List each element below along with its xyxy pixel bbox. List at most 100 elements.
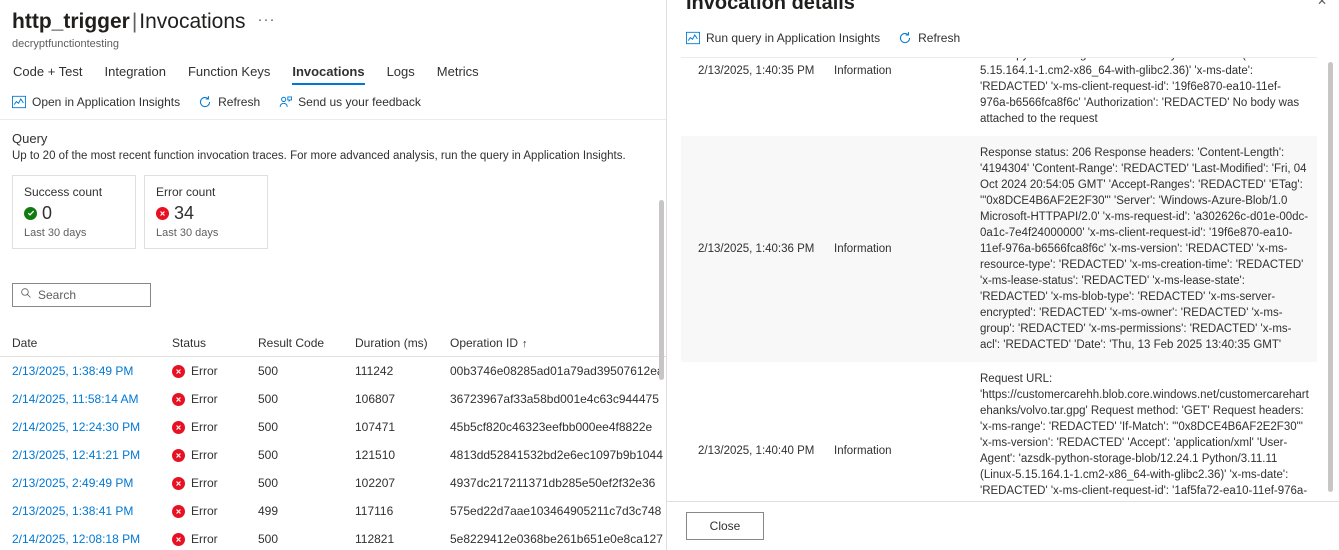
- sort-ascending-icon: ↑: [522, 337, 528, 350]
- tab-logs[interactable]: Logs: [387, 62, 415, 85]
- trace-timestamp: 2/13/2025, 1:40:35 PM: [698, 65, 815, 77]
- error-cross-icon: [172, 420, 185, 434]
- app-insights-icon: [12, 95, 26, 109]
- table-row[interactable]: 2/14/2025, 12:24:30 PM Error 500 107471 …: [0, 413, 667, 441]
- trace-severity: Information: [834, 65, 892, 77]
- column-header-duration[interactable]: Duration (ms): [355, 336, 450, 350]
- row-duration: 117116: [355, 504, 394, 518]
- row-duration: 107471: [355, 420, 396, 434]
- row-date-link[interactable]: 2/13/2025, 12:41:21 PM: [12, 448, 172, 462]
- invocation-details-pane: Invocation details ✕ Run query in Applic…: [667, 0, 1339, 550]
- pane-footer-divider: [667, 501, 1339, 502]
- row-result-code: 500: [258, 532, 279, 546]
- column-header-result-code[interactable]: Result Code: [258, 336, 355, 350]
- table-row[interactable]: 2/13/2025, 12:41:21 PM Error 500 121510 …: [0, 441, 667, 469]
- row-status-label: Error: [191, 476, 218, 490]
- blade-header: http_trigger|Invocations ··· decryptfunc…: [0, 0, 667, 109]
- refresh-button[interactable]: Refresh: [198, 95, 260, 109]
- row-status: Error: [172, 476, 258, 490]
- trace-timestamp: 2/13/2025, 1:40:40 PM: [698, 445, 815, 457]
- more-actions-button[interactable]: ···: [254, 12, 280, 27]
- error-cross-icon: [172, 476, 185, 490]
- pane-refresh-label: Refresh: [918, 31, 961, 45]
- row-status-label: Error: [191, 532, 218, 546]
- error-cross-icon: [172, 504, 185, 518]
- row-status-label: Error: [191, 392, 218, 406]
- row-status-label: Error: [191, 420, 218, 434]
- column-header-operation-id[interactable]: Operation ID ↑: [450, 336, 655, 350]
- feedback-person-icon: [278, 95, 293, 109]
- error-cross-icon: [172, 364, 185, 378]
- row-operation-id: 4813dd52841532bd2e6ec1097b9b1044: [450, 448, 663, 462]
- row-status: Error: [172, 364, 258, 378]
- table-row[interactable]: 2/13/2025, 2:49:49 PM Error 500 102207 4…: [0, 469, 667, 497]
- open-in-application-insights-button[interactable]: Open in Application Insights: [12, 95, 180, 109]
- table-row[interactable]: 2/13/2025, 1:38:49 PM Error 500 111242 0…: [0, 357, 667, 385]
- search-icon: [20, 286, 32, 304]
- run-query-label: Run query in Application Insights: [706, 31, 881, 45]
- row-status: Error: [172, 448, 258, 462]
- query-section: Query Up to 20 of the most recent functi…: [0, 131, 667, 307]
- row-result-code: 500: [258, 476, 279, 490]
- error-cross-icon: [156, 206, 169, 220]
- row-date-link[interactable]: 2/13/2025, 1:38:41 PM: [12, 504, 172, 518]
- pane-scrollbar-thumb[interactable]: [1328, 62, 1333, 492]
- row-operation-id: 00b3746e08285ad01a79ad39507612ea: [450, 364, 664, 378]
- row-status: Error: [172, 504, 258, 518]
- error-count-card: Error count 34 Last 30 days: [144, 175, 268, 249]
- row-operation-id: 36723967af33a58bd001e4c63c944475: [450, 392, 659, 406]
- table-header-row: Date Status Result Code Duration (ms) Op…: [0, 329, 667, 357]
- blade-command-bar: Open in Application Insights Refresh Sen…: [12, 95, 655, 109]
- row-status: Error: [172, 532, 258, 546]
- row-result-code: 500: [258, 448, 279, 462]
- invocation-trace-list: 2/13/2025, 1:40:35 PM Information 'REDAC…: [681, 58, 1317, 498]
- row-date-link[interactable]: 2/13/2025, 2:49:49 PM: [12, 476, 172, 490]
- tab-metrics[interactable]: Metrics: [437, 62, 479, 85]
- run-query-in-application-insights-button[interactable]: Run query in Application Insights: [686, 31, 880, 45]
- trace-message: 'REDACTED' 'If-Match': '"0x8DCE4B6AF2E2F…: [980, 58, 1300, 125]
- blade-scrollbar-thumb[interactable]: [659, 200, 664, 380]
- success-count-card: Success count 0 Last 30 days: [12, 175, 136, 249]
- tab-function-keys[interactable]: Function Keys: [188, 62, 270, 85]
- tab-integration[interactable]: Integration: [105, 62, 166, 85]
- table-row[interactable]: 2/14/2025, 11:58:14 AM Error 500 106807 …: [0, 385, 667, 413]
- pane-command-bar: Run query in Application Insights Refres…: [686, 31, 960, 45]
- row-result-code: 500: [258, 364, 279, 378]
- column-header-status[interactable]: Status: [172, 336, 258, 350]
- trace-severity: Information: [834, 445, 892, 457]
- row-operation-id: 4937dc217211371db285e50ef2f32e36: [450, 476, 656, 490]
- invocations-blade: http_trigger|Invocations ··· decryptfunc…: [0, 0, 667, 550]
- row-date-link[interactable]: 2/14/2025, 11:58:14 AM: [12, 392, 172, 406]
- row-date-link[interactable]: 2/14/2025, 12:08:18 PM: [12, 532, 172, 546]
- trace-row[interactable]: 2/13/2025, 1:40:40 PM Information Reques…: [681, 362, 1317, 498]
- query-heading: Query: [12, 131, 48, 146]
- close-button[interactable]: Close: [686, 512, 764, 540]
- success-check-icon: [24, 206, 37, 220]
- row-duration: 112821: [355, 532, 395, 546]
- row-date-link[interactable]: 2/14/2025, 12:24:30 PM: [12, 420, 172, 434]
- trace-row[interactable]: 2/13/2025, 1:40:35 PM Information 'REDAC…: [681, 58, 1317, 136]
- column-header-date[interactable]: Date: [12, 336, 172, 350]
- open-in-application-insights-label: Open in Application Insights: [32, 95, 181, 109]
- send-feedback-button[interactable]: Send us your feedback: [278, 95, 421, 109]
- refresh-icon: [898, 31, 912, 45]
- tab-invocations[interactable]: Invocations: [292, 62, 365, 85]
- table-row[interactable]: 2/13/2025, 1:38:41 PM Error 499 117116 5…: [0, 497, 667, 525]
- row-status: Error: [172, 392, 258, 406]
- trace-row[interactable]: 2/13/2025, 1:40:36 PM Information Respon…: [681, 136, 1317, 362]
- query-description: Up to 20 of the most recent function inv…: [12, 150, 626, 162]
- search-box[interactable]: Search: [12, 283, 151, 307]
- table-row[interactable]: 2/14/2025, 12:08:18 PM Error 500 112821 …: [0, 525, 667, 550]
- page-title-row: http_trigger|Invocations ···: [12, 8, 655, 36]
- tab-code-test[interactable]: Code + Test: [13, 62, 83, 85]
- refresh-label: Refresh: [218, 95, 261, 109]
- pane-refresh-button[interactable]: Refresh: [898, 31, 960, 45]
- pane-title: Invocation details: [686, 0, 855, 14]
- row-duration: 106807: [355, 392, 396, 406]
- error-cross-icon: [172, 448, 185, 462]
- row-duration: 102207: [355, 476, 396, 490]
- header-divider: [0, 119, 667, 120]
- row-date-link[interactable]: 2/13/2025, 1:38:49 PM: [12, 364, 172, 378]
- row-operation-id: 575ed22d7aae103464905211c7d3c748: [450, 504, 662, 518]
- close-icon[interactable]: ✕: [1317, 0, 1327, 8]
